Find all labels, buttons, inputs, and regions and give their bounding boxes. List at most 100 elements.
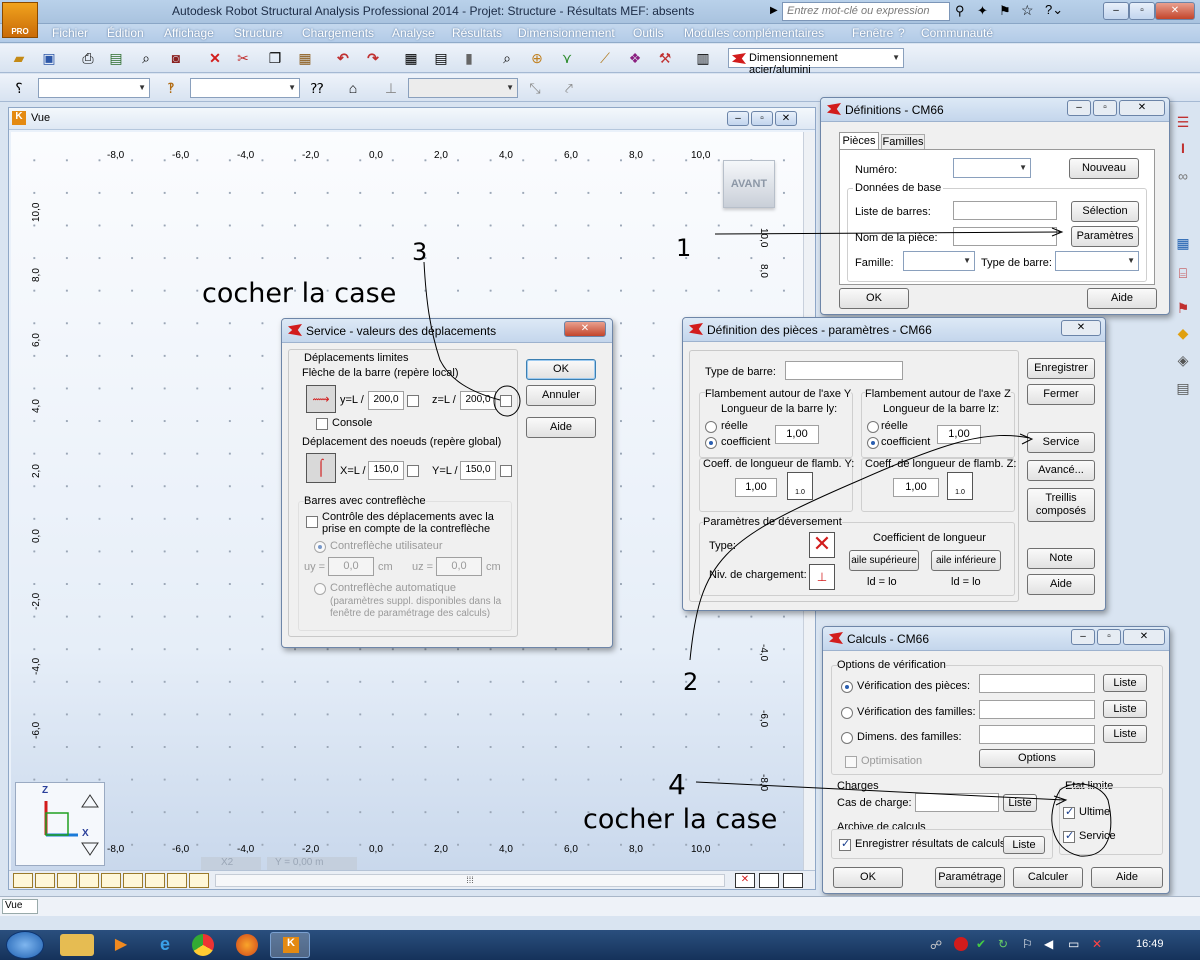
load-icon[interactable]: ⤡: [524, 77, 546, 99]
tools-icon[interactable]: ✦: [977, 3, 988, 19]
reelle-z-radio[interactable]: [867, 421, 879, 433]
cube-icon[interactable]: ❖: [624, 47, 646, 69]
y2-l-input[interactable]: 150,0: [460, 461, 496, 480]
parametres-close-button[interactable]: ✕: [1061, 320, 1101, 336]
vue-maximize-button[interactable]: ▫: [751, 111, 773, 126]
tray-sound-icon[interactable]: ✕: [1092, 937, 1102, 951]
definitions-ok-button[interactable]: OK: [839, 288, 909, 309]
box-icon[interactable]: ◆: [1172, 322, 1194, 344]
x-l-checkbox[interactable]: [407, 465, 419, 477]
y2-l-checkbox[interactable]: [500, 465, 512, 477]
definitions-minimize-button[interactable]: –: [1067, 100, 1091, 116]
view-mode-icon[interactable]: [101, 873, 121, 888]
node-select[interactable]: [190, 78, 300, 98]
dimens-familles-radio[interactable]: [841, 732, 853, 744]
y-l-checkbox[interactable]: [407, 395, 419, 407]
search-input[interactable]: Entrez mot-clé ou expression: [782, 2, 950, 21]
aile-inferieure-button[interactable]: aile inférieure: [931, 550, 1001, 571]
parametres-aide-button[interactable]: Aide: [1027, 574, 1095, 595]
camera-icon[interactable]: ◙: [165, 47, 187, 69]
view-mode-icon[interactable]: [145, 873, 165, 888]
service-annuler-button[interactable]: Annuler: [526, 385, 596, 406]
menu-dimensionnement[interactable]: Dimensionnement: [518, 26, 615, 40]
service-close-button[interactable]: ✕: [564, 321, 606, 337]
binoculars-icon[interactable]: ⚲: [955, 3, 965, 19]
y-l-input[interactable]: 200,0: [368, 391, 404, 410]
selection-button[interactable]: Sélection: [1071, 201, 1139, 222]
ie-icon[interactable]: e: [148, 934, 182, 956]
cut-icon[interactable]: ✂: [232, 47, 254, 69]
famille-select[interactable]: [903, 251, 975, 271]
undo-icon[interactable]: ↶: [332, 47, 354, 69]
tray-refresh-icon[interactable]: ↻: [998, 937, 1008, 951]
definitions-aide-button[interactable]: Aide: [1087, 288, 1157, 309]
vue-close-button[interactable]: ✕: [775, 111, 797, 126]
fermer-button[interactable]: Fermer: [1027, 384, 1095, 405]
view-mode-icon[interactable]: [79, 873, 99, 888]
note-button[interactable]: Note: [1027, 548, 1095, 569]
buckling-y-icon[interactable]: 1.0: [787, 472, 813, 500]
structure-icon[interactable]: ⟋: [594, 47, 616, 69]
liste-dimens-button[interactable]: Liste: [1103, 725, 1147, 743]
menu-fenetre[interactable]: Fenêtre: [852, 26, 893, 40]
book-icon[interactable]: ▤: [105, 47, 127, 69]
axis-widget[interactable]: Z X: [15, 782, 105, 866]
long-y-input[interactable]: 1,00: [775, 425, 819, 444]
x-l-input[interactable]: 150,0: [368, 461, 404, 480]
list-icon[interactable]: ▥: [692, 47, 714, 69]
robot-taskbar-icon[interactable]: K: [270, 932, 310, 958]
options-button[interactable]: Options: [979, 749, 1095, 768]
verif-familles-radio[interactable]: [841, 707, 853, 719]
print-icon[interactable]: ⎙: [77, 47, 99, 69]
wrench-icon[interactable]: ⚒: [654, 47, 676, 69]
service-ok-button[interactable]: OK: [526, 359, 596, 380]
parametrage-button[interactable]: Paramétrage: [935, 867, 1005, 888]
verif-pieces-input[interactable]: [979, 674, 1095, 693]
tab-pieces[interactable]: Pièces: [839, 132, 879, 150]
status-view-field[interactable]: Vue: [2, 899, 38, 914]
enregistrer-checkbox[interactable]: [839, 837, 851, 851]
nouveau-button[interactable]: Nouveau: [1069, 158, 1139, 179]
calculator-icon[interactable]: ▤: [430, 47, 452, 69]
app-logo[interactable]: PRO: [2, 2, 38, 38]
controle-checkbox[interactable]: [306, 516, 318, 528]
support-select[interactable]: [408, 78, 518, 98]
view-mode-icon[interactable]: [189, 873, 209, 888]
release-icon[interactable]: ⋎: [556, 47, 578, 69]
render-mode-icon[interactable]: ✕: [735, 873, 755, 888]
z-l-checkbox[interactable]: [500, 395, 512, 407]
nom-piece-input[interactable]: [953, 227, 1057, 246]
parametres-titlebar[interactable]: Définition des pièces - paramètres - CM6…: [683, 318, 1105, 342]
coefficient-y-radio[interactable]: [705, 437, 717, 449]
menu-edition[interactable]: Édition: [107, 26, 144, 40]
view-mode-icon[interactable]: [123, 873, 143, 888]
menu-affichage[interactable]: Affichage: [164, 26, 214, 40]
open-icon[interactable]: ▰: [8, 47, 30, 69]
calculer-button[interactable]: Calculer: [1013, 867, 1083, 888]
star-icon[interactable]: ☆: [1021, 2, 1034, 19]
menu-structure[interactable]: Structure: [234, 26, 283, 40]
service-button[interactable]: Service: [1027, 432, 1095, 453]
coeff-z-input[interactable]: 1,00: [893, 478, 939, 497]
enregistrer-button[interactable]: Enregistrer: [1027, 358, 1095, 379]
bar-icon[interactable]: ☰: [1172, 111, 1194, 133]
calculs-minimize-button[interactable]: –: [1071, 629, 1095, 645]
section-select[interactable]: [38, 78, 150, 98]
tray-flag-icon[interactable]: ⚐: [1022, 937, 1033, 951]
stack-icon[interactable]: ▤: [1172, 377, 1194, 399]
calculs-maximize-button[interactable]: ▫: [1097, 629, 1121, 645]
ultime-checkbox[interactable]: [1063, 805, 1075, 819]
render-mode-icon[interactable]: [759, 873, 779, 888]
numero-select[interactable]: [953, 158, 1031, 178]
node-query-icon[interactable]: ‽: [160, 77, 182, 99]
view-cube[interactable]: AVANT: [723, 160, 775, 208]
maximize-button[interactable]: ▫: [1129, 2, 1155, 20]
dimens-familles-input[interactable]: [979, 725, 1095, 744]
start-button[interactable]: [6, 931, 44, 959]
home-icon[interactable]: ⌂: [342, 77, 364, 99]
firefox-icon[interactable]: [236, 934, 258, 956]
treillis-button[interactable]: Treillis composés: [1027, 488, 1095, 522]
view-mode-icon[interactable]: [13, 873, 33, 888]
coeff-y-input[interactable]: 1,00: [735, 478, 777, 497]
calculs-close-button[interactable]: ✕: [1123, 629, 1165, 645]
